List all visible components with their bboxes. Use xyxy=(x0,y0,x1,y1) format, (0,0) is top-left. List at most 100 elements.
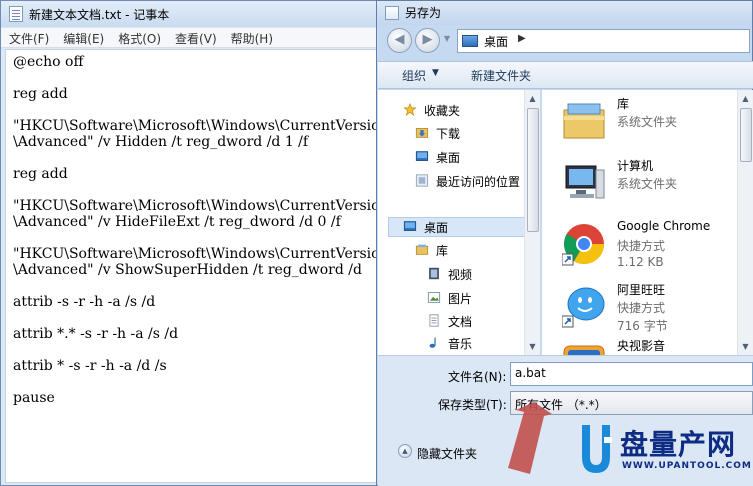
text-line: pause xyxy=(13,390,55,406)
scroll-down-icon[interactable]: ▼ xyxy=(526,340,539,353)
cntv-icon xyxy=(563,345,605,355)
chevron-down-icon[interactable]: ▼ xyxy=(432,68,439,78)
dialog-title: 另存为 xyxy=(405,6,442,20)
computer-icon xyxy=(565,165,605,199)
notepad-text-area[interactable]: @echo off reg add "HKCU\Software\Microso… xyxy=(5,49,387,483)
nav-label: 桌面 xyxy=(436,151,461,165)
nav-label: 音乐 xyxy=(448,337,473,351)
notepad-titlebar[interactable]: 新建文本文档.txt - 记事本 xyxy=(1,1,389,27)
file-size: 1.12 KB xyxy=(617,255,664,269)
nav-label: 下载 xyxy=(436,127,461,141)
text-line: \Advanced" /v HideFileExt /t reg_dword /… xyxy=(13,214,341,230)
text-line: attrib *.* -s -r -h -a /s /d xyxy=(13,326,179,342)
text-line: reg add xyxy=(13,86,68,102)
scroll-up-icon[interactable]: ▲ xyxy=(526,92,539,105)
menu-edit[interactable]: 编辑(E) xyxy=(55,28,110,47)
filename-input[interactable]: a.bat xyxy=(510,362,753,386)
text-line: "HKCU\Software\Microsoft\Windows\Current… xyxy=(13,198,380,214)
nav-label: 视频 xyxy=(448,268,473,282)
file-name: 央视影音 xyxy=(617,339,666,353)
text-line: "HKCU\Software\Microsoft\Windows\Current… xyxy=(13,246,380,262)
new-folder-button[interactable]: 新建文件夹 xyxy=(471,67,531,84)
file-name: Google Chrome xyxy=(617,219,711,233)
chrome-icon xyxy=(562,224,604,266)
notepad-title: 新建文本文档.txt - 记事本 xyxy=(29,8,170,22)
aliwangwang-icon xyxy=(562,287,605,328)
file-list-pane: 库 系统文件夹 计算机 系统文件夹 Google Chrome 快捷方式 1.1… xyxy=(542,90,753,355)
notepad-menubar: 文件(F) 编辑(E) 格式(O) 查看(V) 帮助(H) xyxy=(1,28,389,48)
nav-scrollbar[interactable]: ▲ ▼ xyxy=(524,90,540,355)
notepad-icon xyxy=(9,6,23,22)
filetype-label: 保存类型(T): xyxy=(438,398,507,412)
nav-scroll-thumb[interactable] xyxy=(527,108,539,232)
forward-arrow-icon: ▶ xyxy=(422,32,433,47)
scroll-down-icon[interactable]: ▼ xyxy=(739,340,752,353)
notepad-window: 新建文本文档.txt - 记事本 文件(F) 编辑(E) 格式(O) 查看(V) 帮助(… xyxy=(0,0,390,486)
navigation-pane: 收藏夹 下载 桌面 最近访问的位置 桌面 库 视频 图片 文档 音乐 ▲ ▼ xyxy=(378,90,540,355)
text-line: reg add xyxy=(13,166,68,182)
music-icon xyxy=(429,337,436,348)
nav-label: 桌面 xyxy=(424,221,449,235)
file-item-cntv[interactable]: 央视影音 xyxy=(542,332,753,355)
address-text[interactable]: 桌面 xyxy=(484,33,508,50)
file-item-google-chrome[interactable]: Google Chrome 快捷方式 1.12 KB xyxy=(542,214,753,276)
library-folder-icon xyxy=(563,103,605,139)
desktop-icon xyxy=(462,35,478,47)
text-line: "HKCU\Software\Microsoft\Windows\Current… xyxy=(13,118,380,134)
file-item-libraries[interactable]: 库 系统文件夹 xyxy=(542,90,753,152)
text-line: \Advanced" /v Hidden /t reg_dword /d 1 /… xyxy=(13,134,309,150)
save-as-dialog: 另存为 ◀ ▶ ▼ 桌面 ▶ 组织 ▼ 新建文件夹 收藏夹 下载 桌面 最近访问… xyxy=(376,0,753,486)
nav-label: 收藏夹 xyxy=(424,104,461,118)
scroll-up-icon[interactable]: ▲ xyxy=(739,92,752,105)
document-icon xyxy=(429,314,439,327)
organize-button[interactable]: 组织 xyxy=(402,67,426,84)
file-list-scrollbar[interactable]: ▲ ▼ xyxy=(737,90,753,355)
file-name: 库 xyxy=(617,97,630,111)
file-type: 系统文件夹 xyxy=(617,115,678,129)
back-button[interactable]: ◀ xyxy=(387,28,412,53)
nav-label: 最近访问的位置 xyxy=(436,175,521,189)
file-type: 快捷方式 xyxy=(617,239,666,253)
text-line: @echo off xyxy=(13,54,84,70)
library-icon xyxy=(415,244,429,255)
chevron-up-icon[interactable]: ▲ xyxy=(398,444,412,458)
recent-locations-dropdown[interactable]: ▼ xyxy=(441,28,453,53)
filename-label: 文件名(N): xyxy=(448,370,507,384)
file-scroll-thumb[interactable] xyxy=(740,108,752,162)
watermark-url: WWW.UPANTOOL.COM xyxy=(622,461,752,471)
nav-label: 库 xyxy=(436,244,449,258)
menu-format[interactable]: 格式(O) xyxy=(110,28,167,47)
chevron-right-icon[interactable]: ▶ xyxy=(518,33,526,44)
menu-help[interactable]: 帮助(H) xyxy=(223,28,279,47)
upantool-logo-icon xyxy=(582,425,612,473)
text-line: attrib -s -r -h -a /s /d xyxy=(13,294,156,310)
file-type: 系统文件夹 xyxy=(617,177,678,191)
star-icon xyxy=(403,103,417,116)
nav-label: 图片 xyxy=(448,292,473,306)
menu-file[interactable]: 文件(F) xyxy=(1,28,55,47)
desktop-icon xyxy=(403,221,417,231)
watermark-text: 盘量产网 xyxy=(620,428,737,461)
download-folder-icon xyxy=(415,128,429,138)
nav-label: 文档 xyxy=(448,315,473,329)
hide-folders-button[interactable]: 隐藏文件夹 xyxy=(417,445,477,462)
text-line: attrib * -s -r -h -a /d /s xyxy=(13,358,167,374)
dialog-toolbar: 组织 ▼ 新建文件夹 xyxy=(378,61,753,89)
menu-view[interactable]: 查看(V) xyxy=(167,28,223,47)
file-type: 快捷方式 xyxy=(617,301,666,315)
desktop-icon xyxy=(415,151,429,161)
file-name: 计算机 xyxy=(617,159,654,173)
text-line: \Advanced" /v ShowSuperHidden /t reg_dwo… xyxy=(13,262,362,278)
video-icon xyxy=(429,267,439,280)
dialog-titlebar[interactable]: 另存为 xyxy=(377,1,752,25)
file-item-aliwangwang[interactable]: 阿里旺旺 快捷方式 716 字节 xyxy=(542,276,753,338)
recent-places-icon xyxy=(415,174,429,187)
picture-icon xyxy=(427,292,441,303)
address-bar[interactable]: 桌面 ▶ xyxy=(457,29,750,53)
annotation-arrow-icon xyxy=(508,402,552,474)
forward-button[interactable]: ▶ xyxy=(415,28,440,53)
back-arrow-icon: ◀ xyxy=(394,32,405,47)
file-name: 阿里旺旺 xyxy=(617,283,666,297)
file-item-computer[interactable]: 计算机 系统文件夹 xyxy=(542,152,753,214)
dialog-icon xyxy=(385,6,399,20)
